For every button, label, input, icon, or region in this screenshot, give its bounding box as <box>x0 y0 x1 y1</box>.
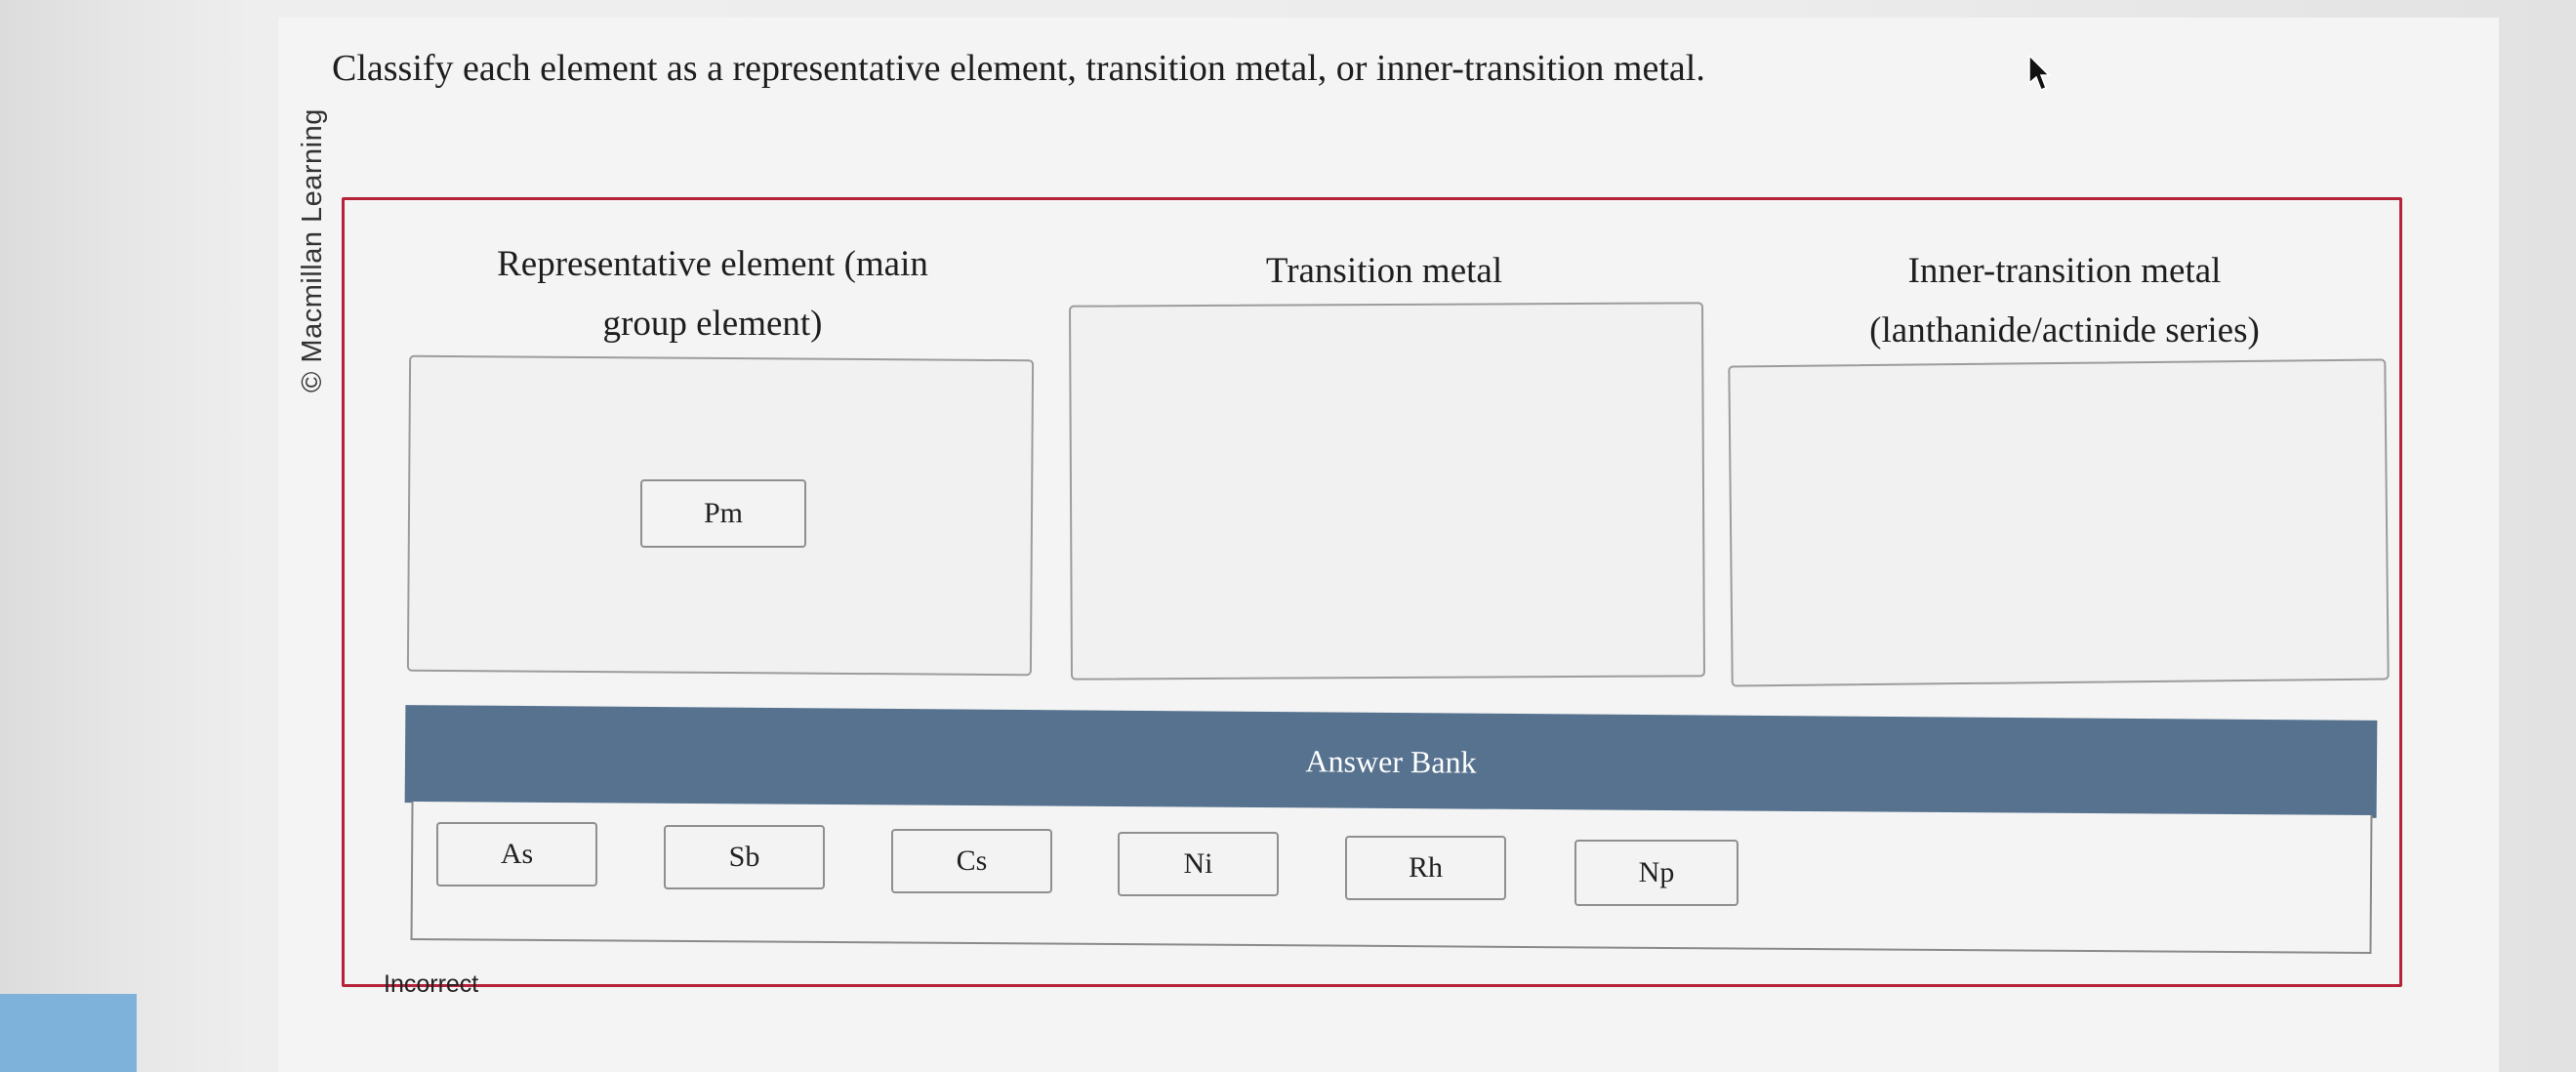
answer-chip-sb[interactable]: Sb <box>664 825 825 889</box>
category-title-transition: Transition metal <box>1265 251 1503 291</box>
copyright-label: © Macmillan Learning <box>297 108 328 392</box>
category-title-inner-transition: Inner-transition metal (lanthanide/actin… <box>1869 251 2260 350</box>
answer-chip-ni[interactable]: Ni <box>1118 832 1279 896</box>
category-title-representative: Representative element (main group eleme… <box>497 244 928 344</box>
dropzone-transition[interactable] <box>1068 302 1706 680</box>
question-text: Classify each element as a representativ… <box>332 48 1705 89</box>
answer-chip-as[interactable]: As <box>436 822 597 886</box>
answer-chip-rh[interactable]: Rh <box>1345 836 1506 900</box>
placed-chip-pm[interactable]: Pm <box>640 479 806 548</box>
mouse-pointer-icon <box>2028 54 2050 91</box>
answer-chip-cs[interactable]: Cs <box>891 829 1052 893</box>
answer-bank-header: Answer Bank <box>404 705 2378 818</box>
answer-chip-np[interactable]: Np <box>1574 840 1738 906</box>
result-status: Incorrect <box>384 970 479 998</box>
background-accent <box>0 994 137 1072</box>
dropzone-inner-transition[interactable] <box>1728 358 2390 687</box>
